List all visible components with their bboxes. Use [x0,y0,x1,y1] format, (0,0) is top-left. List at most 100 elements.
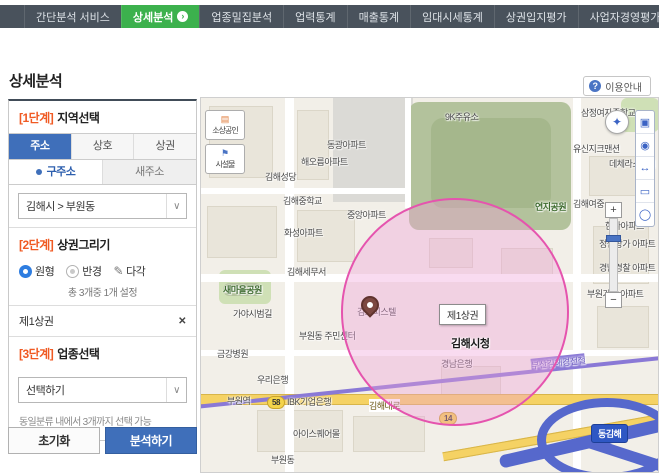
map-building [597,306,649,348]
nav-item-sales-stats[interactable]: 매출통계 [347,5,410,28]
map-label: 부원동 [271,453,294,466]
region-select-value: 김해시 > 부원동 [26,198,95,214]
address-type-subtabs: 구주소 새주소 [9,160,196,185]
map-label: 동광아파트 [327,138,366,151]
draw-circle-label: 원형 [35,263,54,279]
pencil-icon: ✎ [114,264,124,278]
analysis-panel: [1단계] 지역선택 주소 상호 상권 구주소 새주소 김해시 > 부원동 ∨ [… [8,99,197,441]
zoom-control: + − [605,202,622,308]
measure-radius-button[interactable]: ◯ [636,203,654,226]
map-label: 김해성당 [265,170,296,183]
radio-off-icon [66,265,79,278]
zoom-out-button[interactable]: − [605,292,622,308]
compass-icon: ✦ [612,115,622,129]
map-label: 중앙아파트 [347,208,386,221]
nav-label: 사업자경영평가 [590,9,659,25]
map-road [285,98,294,473]
map-canvas[interactable]: 9K주유소삼정여자중학교동광아파트해오름아파트유신지크맨션데체라스타워김해성당김… [200,97,659,473]
map-label: 해오름아파트 [301,155,348,168]
map-label: 부원역 [227,394,250,407]
measure-distance-button[interactable]: ↔ [636,157,654,180]
analyze-button[interactable]: 분석하기 [105,427,197,454]
nav-label: 상권입지평가 [506,9,567,25]
page-title: 상세분석 [9,70,62,91]
district-name: 제1상권 [19,313,53,329]
layer-toggle-facility[interactable]: ⚑ 시설물 [205,144,245,174]
question-icon: ? [589,80,601,92]
nav-label: 업종밀집분석 [211,9,272,25]
draw-radius-label: 반경 [82,263,101,279]
map-label: 우리은행 [257,373,288,386]
map-label: 화성아파트 [284,226,323,239]
nav-item-rent-stats[interactable]: 임대시세통계 [410,5,494,28]
category-select[interactable]: 선택하기 ∨ [18,377,187,403]
nav-label: 간단분석 서비스 [36,9,110,25]
map-label: 김해세무서 [287,265,326,278]
radio-on-icon [19,265,32,278]
radius-tool-icon: ◯ [639,208,651,221]
tab-trade-area[interactable]: 상권 [133,134,196,159]
draw-shape-options: 원형 반경 ✎ 다각 [9,260,196,283]
layer-toggle-label: 시설물 [215,159,234,170]
category-select-value: 선택하기 [26,382,64,398]
step3-badge: [3단계] [19,347,53,361]
help-button-label: 이용안내 [605,79,642,94]
nav-item-location-eval[interactable]: 상권입지평가 [494,5,578,28]
nav-item-owner-eval[interactable]: 사업자경영평가 [578,5,659,28]
step1-badge: [1단계] [19,111,53,125]
compass-button[interactable]: ✦ [605,110,629,134]
search-type-tabs: 주소 상호 상권 [9,133,196,160]
zoom-in-button[interactable]: + [605,202,622,218]
map-tool-strip: ▣ ◉ ↔ ▭ ◯ [635,110,655,227]
map-building [353,416,425,452]
zoom-slider-handle[interactable] [606,235,621,242]
tab-store-name[interactable]: 상호 [71,134,134,159]
district-list-item: 제1상권 ✕ [9,305,196,337]
subtab-old-address[interactable]: 구주소 [9,160,102,184]
map-label: 금강병원 [217,347,248,360]
chevron-down-icon: ∨ [166,194,186,218]
nav-item-density-analysis[interactable]: 업종밀집분석 [199,5,283,28]
nav-item-detail-analysis[interactable]: 상세분석 › [121,5,199,28]
step2-title: 상권그리기 [57,238,110,252]
map-label: 김해여중 [573,197,604,210]
help-button[interactable]: ? 이용안내 [583,76,651,96]
nav-item-business-age-stats[interactable]: 업력통계 [283,5,346,28]
draw-option-circle[interactable]: 원형 [19,263,54,279]
nav-active-icon: › [177,11,188,22]
map-label: 가야시범길 [233,307,272,320]
map-label: 9K주유소 [445,110,478,123]
skyview-button[interactable]: ▣ [636,111,654,134]
reset-button[interactable]: 초기화 [8,427,100,454]
top-navigation: 간단분석 서비스 상세분석 › 업종밀집분석 업력통계 매출통계 임대시세통계 상… [0,5,659,28]
map-label: 새마을공원 [223,283,262,296]
step3-header: [3단계] 업종선택 [9,337,196,369]
nav-item-simple-analysis[interactable]: 간단분석 서비스 [24,5,121,28]
draw-option-polygon[interactable]: ✎ 다각 [114,263,146,279]
tab-address[interactable]: 주소 [9,134,71,159]
page: 간단분석 서비스 상세분석 › 업종밀집분석 업력통계 매출통계 임대시세통계 상… [0,0,659,473]
map-park-area [431,118,551,208]
district-badge: 제1상권 [439,304,486,325]
zoom-slider-track[interactable] [609,218,618,292]
layer-toggle-small-business[interactable]: ▤ 소상공인 [205,110,245,140]
measure-area-button[interactable]: ▭ [636,180,654,203]
nav-label: 업력통계 [295,9,335,25]
step3-title: 업종선택 [57,347,99,361]
remove-district-icon[interactable]: ✕ [178,316,186,327]
draw-count-note: 총 3개중 1개 설정 [9,283,196,305]
map-label: 동김해 [591,424,628,443]
subtab-new-address[interactable]: 새주소 [102,160,196,184]
map-building [297,110,329,180]
nav-label: 상세분석 [133,9,173,25]
area-icon: ▭ [640,185,650,198]
draw-option-radius[interactable]: 반경 [66,263,101,279]
region-select[interactable]: 김해시 > 부원동 ∨ [18,193,187,219]
chevron-down-icon: ∨ [166,378,186,402]
distance-icon: ↔ [640,162,651,174]
facility-icon: ⚑ [221,149,229,158]
step1-title: 지역선택 [57,111,99,125]
map-label: IBK기업은행 [287,395,331,408]
map-label: 58 [267,396,285,409]
roadview-button[interactable]: ◉ [636,134,654,157]
